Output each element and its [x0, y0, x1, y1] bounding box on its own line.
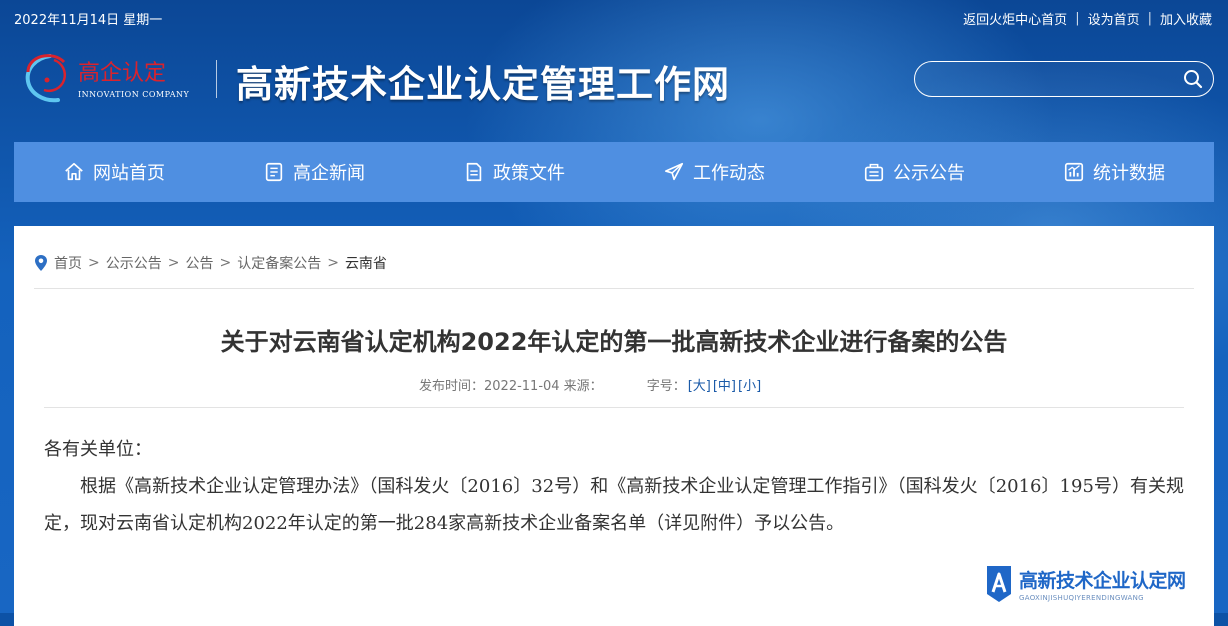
watermark-text: 高新技术企业认定网 GAOXINJISHUQIYERENDINGWANG	[1019, 566, 1186, 602]
article-title: 关于对云南省认定机构2022年认定的第一批高新技术企业进行备案的公告	[220, 328, 1008, 356]
add-favorites-link[interactable]: 加入收藏	[1160, 9, 1212, 28]
breadcrumb-announcements[interactable]: 公示公告	[106, 253, 162, 273]
logo-en-text: INNOVATION COMPANY	[78, 90, 190, 99]
article-body: 各有关单位： 根据《高新技术企业认定管理办法》（国科发火〔2016〕32号）和《…	[44, 431, 1184, 542]
nav-item-home[interactable]: 网站首页	[14, 142, 214, 202]
article-paragraph: 根据《高新技术企业认定管理办法》（国科发火〔2016〕32号）和《高新技术企业认…	[44, 476, 1184, 534]
nav-item-label: 政策文件	[493, 163, 565, 184]
news-icon	[265, 162, 283, 182]
current-date: 2022年11月14日 星期一	[14, 13, 163, 28]
set-homepage-link[interactable]: 设为首页	[1088, 9, 1140, 28]
breadcrumb-separator: >	[88, 255, 100, 271]
paper-plane-icon	[664, 162, 684, 181]
search-box[interactable]	[914, 61, 1214, 97]
link-separator: |	[1147, 11, 1152, 26]
breadcrumb-separator: >	[167, 255, 180, 271]
breadcrumb-filing-notice[interactable]: 认定备案公告	[237, 253, 321, 273]
watermark-sub-text: GAOXINJISHUQIYERENDINGWANG	[1019, 594, 1144, 602]
nav-item-label: 网站首页	[93, 163, 165, 184]
publish-info: 发布时间：2022-11-04 来源：	[419, 379, 603, 394]
search-input[interactable]	[929, 68, 1173, 92]
divider	[34, 288, 1194, 289]
salutation: 各有关单位：	[44, 439, 152, 460]
nav-item-policy[interactable]: 政策文件	[414, 142, 614, 202]
font-size-label: 字号：	[646, 379, 686, 394]
font-size-small-link[interactable]: [小]	[738, 375, 761, 394]
link-separator: |	[1075, 11, 1080, 26]
divider	[44, 407, 1184, 408]
top-links: 返回火炬中心首页 | 设为首页 | 加入收藏	[963, 9, 1212, 28]
site-logo[interactable]: 高企认定 INNOVATION COMPANY	[14, 48, 200, 108]
nav-item-statistics[interactable]: 统计数据	[1014, 142, 1214, 202]
font-size-large-link[interactable]: [大]	[688, 375, 711, 394]
logo-divider	[216, 60, 217, 98]
site-title: 高新技术企业认定管理工作网	[236, 62, 730, 106]
top-bar: 2022年11月14日 星期一 返回火炬中心首页 | 设为首页 | 加入收藏	[0, 0, 1228, 34]
search-icon[interactable]	[1183, 69, 1203, 89]
breadcrumb-current[interactable]: 云南省	[345, 253, 387, 273]
breadcrumb-separator: >	[219, 255, 232, 271]
breadcrumb: 首页 > 公示公告 > 公告 > 认定备案公告 > 云南省	[34, 253, 387, 273]
location-pin-icon	[35, 255, 47, 271]
breadcrumb-separator: >	[327, 255, 339, 271]
nav-item-work-updates[interactable]: 工作动态	[614, 142, 814, 202]
nav-item-label: 公示公告	[893, 163, 965, 184]
main-nav: 网站首页 高企新闻 政策文件 工作动态 公示公告 统计数据	[14, 142, 1214, 202]
nav-item-label: 高企新闻	[293, 163, 365, 184]
article-meta: 发布时间：2022-11-04 来源： 字号： [大] [中] [小]	[419, 375, 761, 394]
nav-item-news[interactable]: 高企新闻	[214, 142, 414, 202]
torch-center-home-link[interactable]: 返回火炬中心首页	[963, 9, 1067, 28]
logo-emblem-icon: 高企认定 INNOVATION COMPANY	[25, 54, 190, 103]
chart-icon	[1064, 162, 1084, 182]
document-icon	[466, 162, 482, 182]
watermark-logo: 高新技术企业认定网 GAOXINJISHUQIYERENDINGWANG	[983, 564, 1186, 604]
breadcrumb-home[interactable]: 首页	[54, 253, 82, 273]
home-icon	[65, 162, 83, 181]
nav-item-label: 统计数据	[1093, 163, 1165, 184]
breadcrumb-notice[interactable]: 公告	[185, 253, 213, 273]
nav-item-label: 工作动态	[693, 163, 765, 184]
font-size-medium-link[interactable]: [中]	[713, 375, 736, 394]
watermark-main-text: 高新技术企业认定网	[1019, 570, 1186, 592]
logo-cn-text: 高企认定	[78, 61, 166, 86]
notice-icon	[864, 163, 884, 182]
watermark-badge-icon	[987, 566, 1011, 602]
nav-item-announcements[interactable]: 公示公告	[814, 142, 1014, 202]
